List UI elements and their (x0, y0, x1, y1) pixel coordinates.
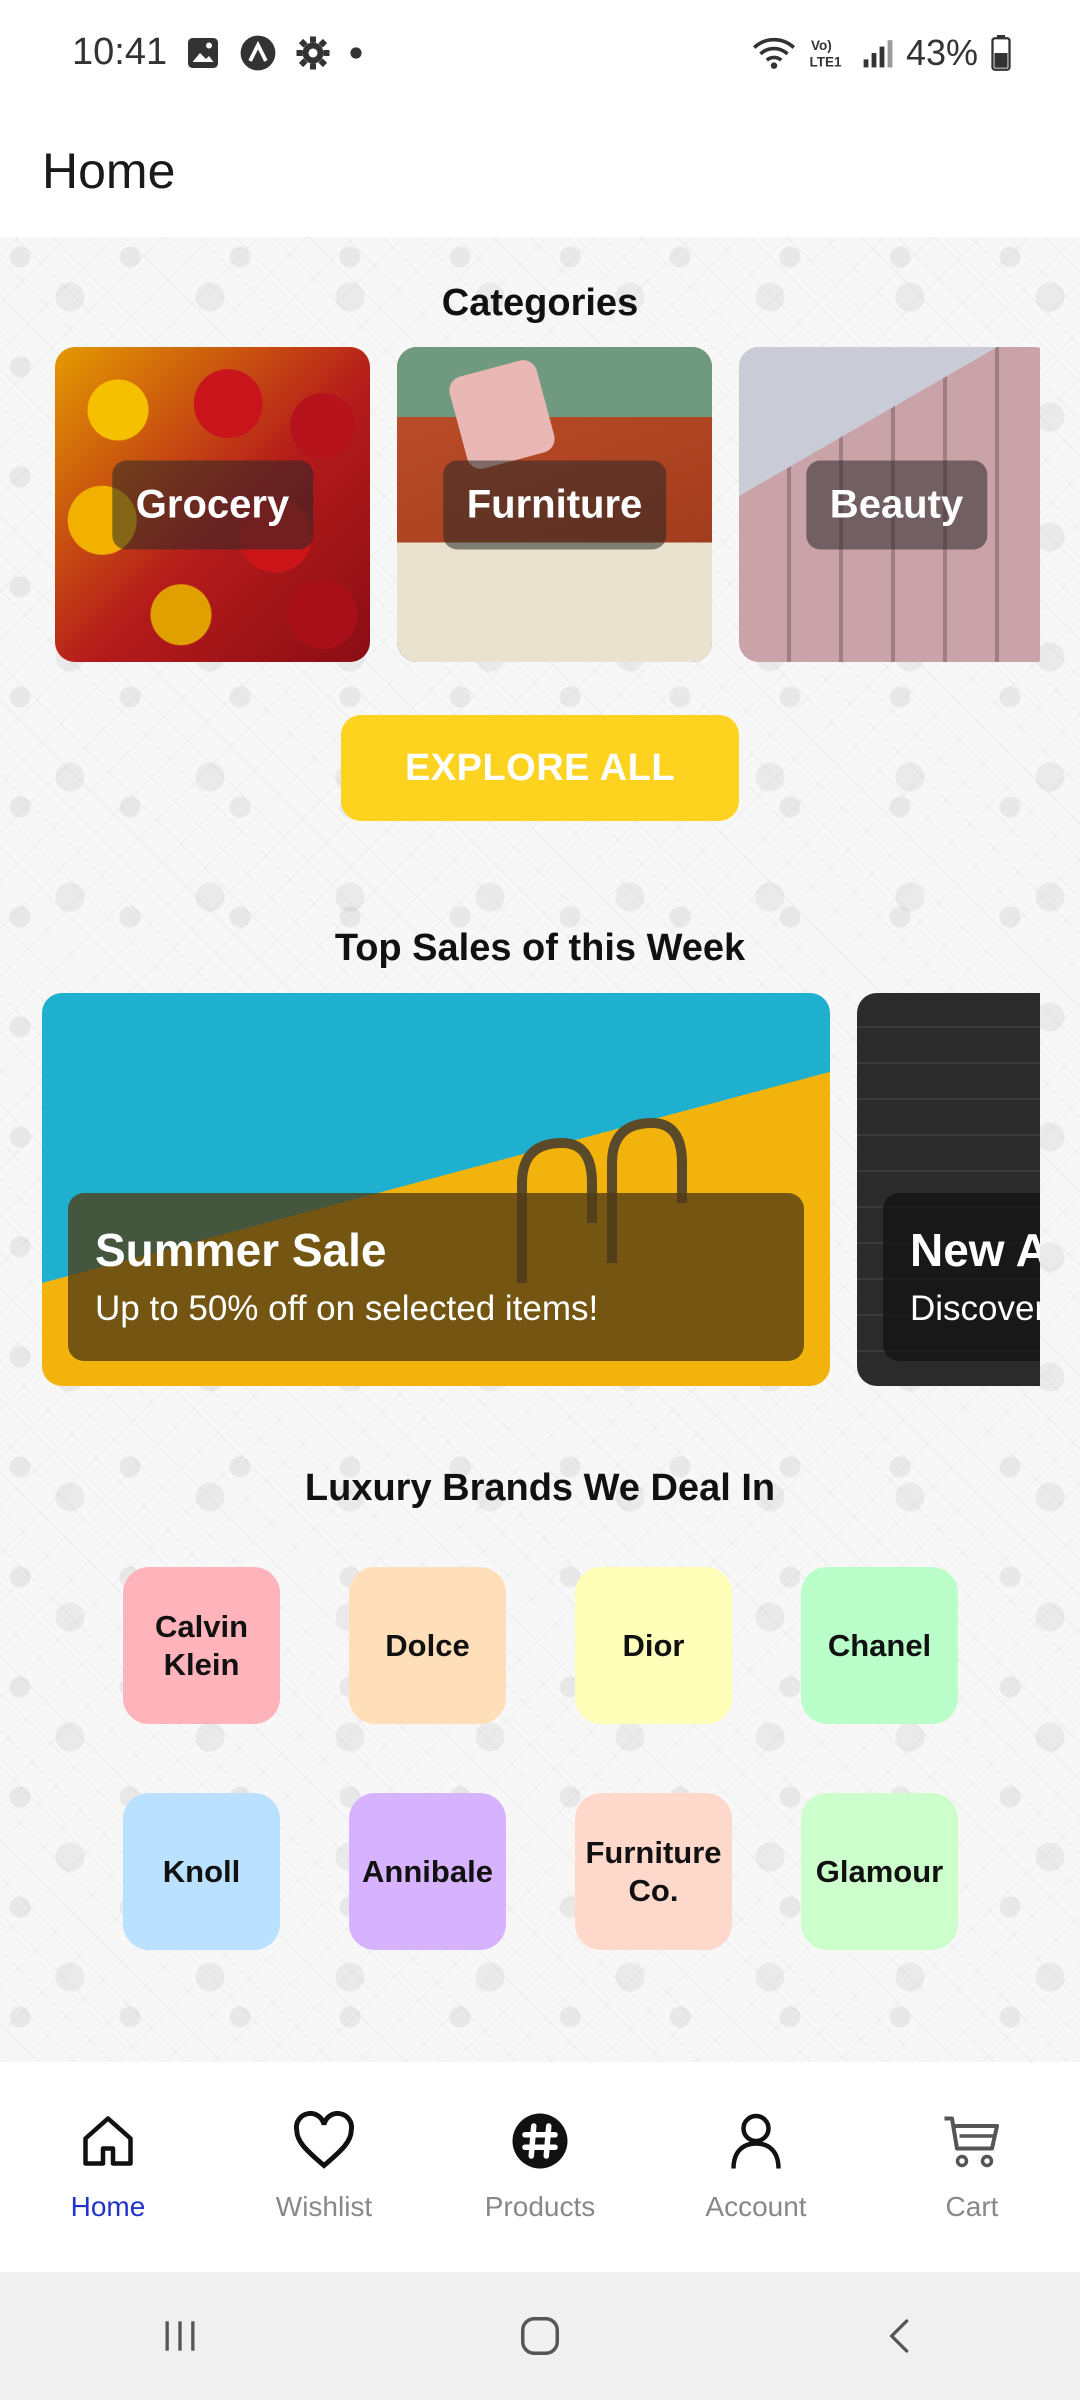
sale-overlay: Summer Sale Up to 50% off on selected it… (68, 1193, 804, 1361)
nav-item-wishlist[interactable]: Wishlist (216, 2111, 432, 2223)
sale-card-new-arrivals[interactable]: New Arrivals Discover (857, 993, 1040, 1386)
back-button[interactable] (840, 2286, 960, 2386)
sale-subtitle: Up to 50% off on selected items! (95, 1289, 599, 1328)
status-right: Vo) LTE1 43% (752, 32, 1012, 74)
category-label: Furniture (442, 460, 667, 549)
brands-title: Luxury Brands We Deal In (304, 1467, 776, 1509)
explore-all-button[interactable]: EXPLORE ALL (341, 715, 739, 821)
image-icon (185, 35, 221, 71)
battery-percent: 43% (905, 31, 978, 73)
heart-icon (294, 2111, 354, 2169)
status-left: 10:41 (72, 31, 363, 74)
volte-icon: Vo) LTE1 (808, 35, 850, 71)
svg-text:Vo): Vo) (811, 38, 832, 53)
brand-tile[interactable]: Furniture Co. (575, 1793, 732, 1950)
categories-carousel[interactable]: Grocery Furniture Beauty (55, 347, 1040, 665)
nav-label: Home (70, 2191, 146, 2222)
nav-item-cart[interactable]: Cart (864, 2111, 1080, 2223)
sale-overlay: New Arrivals Discover (883, 1193, 1040, 1361)
brand-tile[interactable]: Dolce (349, 1567, 506, 1724)
home-button-icon (521, 2317, 559, 2355)
category-card-grocery[interactable]: Grocery (55, 347, 370, 662)
app-a-icon (239, 34, 277, 72)
status-time: 10:41 (72, 31, 168, 73)
brand-tile[interactable]: Chanel (801, 1567, 958, 1724)
home-icon (83, 2116, 133, 2166)
nav-label: Cart (945, 2191, 999, 2222)
brand-tile[interactable]: Knoll (123, 1793, 280, 1950)
status-bar: 10:41 Vo) LTE1 43% (0, 0, 1080, 105)
category-card-beauty[interactable]: Beauty (739, 347, 1040, 662)
sale-card-summer[interactable]: Summer Sale Up to 50% off on selected it… (42, 993, 830, 1386)
category-label: Grocery (111, 460, 314, 549)
nav-item-products[interactable]: Products (432, 2111, 648, 2223)
settings-icon (295, 35, 331, 71)
sale-title: New Arrivals (910, 1224, 1040, 1276)
brand-tile[interactable]: Glamour (801, 1793, 958, 1950)
cart-icon (944, 2116, 999, 2168)
hashtag-icon (512, 2113, 568, 2169)
signal-icon (862, 37, 894, 69)
brand-tile[interactable]: Dior (575, 1567, 732, 1724)
top-sales-title: Top Sales of this Week (334, 927, 746, 969)
dot-icon (349, 46, 363, 60)
nav-label: Wishlist (275, 2191, 373, 2222)
top-sales-carousel[interactable]: Summer Sale Up to 50% off on selected it… (42, 993, 1040, 1388)
battery-icon (990, 34, 1012, 71)
back-icon (890, 2319, 909, 2353)
system-navigation-bar (0, 2272, 1080, 2400)
recents-icon (165, 2321, 195, 2351)
nav-label: Account (705, 2191, 807, 2222)
svg-text:LTE1: LTE1 (809, 54, 841, 69)
nav-label: Products (484, 2191, 596, 2222)
category-card-furniture[interactable]: Furniture (397, 347, 712, 662)
category-label: Beauty (805, 460, 988, 549)
brands-grid: Calvin Klein Dolce Dior Chanel Knoll Ann… (123, 1567, 959, 1950)
recents-button[interactable] (120, 2286, 240, 2386)
brand-tile[interactable]: Calvin Klein (123, 1567, 280, 1724)
system-home-button[interactable] (480, 2286, 600, 2386)
sale-title: Summer Sale (95, 1224, 387, 1276)
categories-title: Categories (441, 282, 639, 324)
home-scroll-view[interactable]: Categories Grocery Furniture Beauty EXPL… (0, 237, 1080, 2062)
wifi-icon (752, 35, 796, 71)
brand-tile[interactable]: Annibale (349, 1793, 506, 1950)
nav-item-home[interactable]: Home (0, 2111, 216, 2223)
user-icon (731, 2113, 781, 2169)
sale-subtitle: Discover (910, 1289, 1040, 1328)
bottom-navigation: Home Wishlist Products Account Cart (0, 2062, 1080, 2272)
app-bar: Home (0, 105, 1080, 237)
nav-item-account[interactable]: Account (648, 2111, 864, 2223)
page-title: Home (42, 143, 176, 199)
